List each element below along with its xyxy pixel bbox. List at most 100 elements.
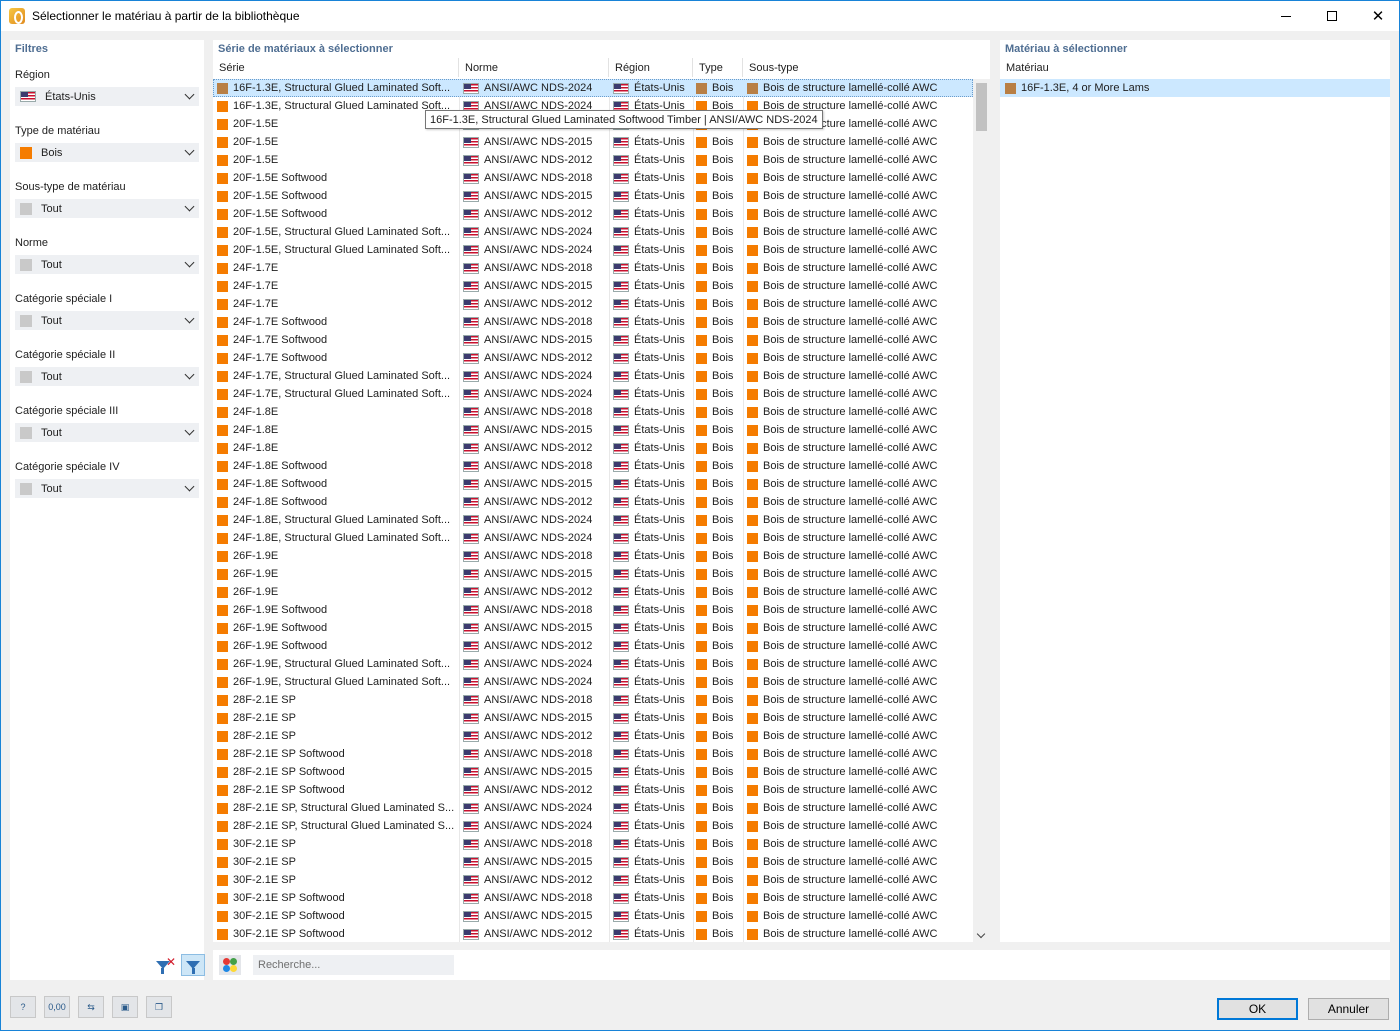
filter-dropdown[interactable]: Tout bbox=[15, 255, 199, 274]
table-row[interactable]: 28F-2.1E SP ANSI/AWC NDS-2015 États-Unis Bo… bbox=[213, 709, 973, 727]
table-row[interactable]: 24F-1.7E, Structural Glued Laminated Sof… bbox=[213, 367, 973, 385]
table-row[interactable]: 24F-1.7E Softwood ANSI/AWC NDS-2012 États-… bbox=[213, 349, 973, 367]
help-button[interactable]: ? bbox=[10, 996, 36, 1018]
cell-region: États-Unis bbox=[613, 403, 693, 421]
table-row[interactable]: 20F-1.5E ANSI/AWC NDS-2012 États-Unis Bois B… bbox=[213, 151, 973, 169]
series-scrollbar[interactable] bbox=[973, 79, 990, 942]
table-row[interactable]: 28F-2.1E SP ANSI/AWC NDS-2012 États-Unis Bo… bbox=[213, 727, 973, 745]
table-row[interactable]: 20F-1.5E Softwood ANSI/AWC NDS-2012 États-… bbox=[213, 205, 973, 223]
table-row[interactable]: 28F-2.1E SP Softwood ANSI/AWC NDS-2018 Éta… bbox=[213, 745, 973, 763]
sous-type-text: Bois de structure lamellé-collé AWC bbox=[763, 784, 938, 796]
ok-button[interactable]: OK bbox=[1217, 998, 1298, 1020]
table-row[interactable]: 30F-2.1E SP ANSI/AWC NDS-2018 États-Unis Bo… bbox=[213, 835, 973, 853]
column-header-sous-type[interactable]: Sous-type bbox=[743, 58, 973, 77]
table-row[interactable]: 20F-1.5E, Structural Glued Laminated Sof… bbox=[213, 223, 973, 241]
filter-dropdown[interactable]: Bois bbox=[15, 143, 199, 162]
table-row[interactable]: 30F-2.1E SP Softwood ANSI/AWC NDS-2018 Éta… bbox=[213, 889, 973, 907]
table-row[interactable]: 20F-1.5E Softwood ANSI/AWC NDS-2015 États-… bbox=[213, 187, 973, 205]
table-row[interactable]: 28F-2.1E SP Softwood ANSI/AWC NDS-2012 Éta… bbox=[213, 781, 973, 799]
table-row[interactable]: 26F-1.9E ANSI/AWC NDS-2012 États-Unis Bois B… bbox=[213, 583, 973, 601]
scroll-down-icon[interactable] bbox=[976, 929, 986, 939]
table-row[interactable]: 24F-1.8E ANSI/AWC NDS-2012 États-Unis Bois B… bbox=[213, 439, 973, 457]
close-button[interactable]: ✕ bbox=[1355, 1, 1400, 31]
table-row[interactable]: 26F-1.9E Softwood ANSI/AWC NDS-2015 États-… bbox=[213, 619, 973, 637]
apply-filter-button[interactable] bbox=[181, 954, 205, 976]
table-row[interactable]: 24F-1.7E ANSI/AWC NDS-2018 États-Unis Bois B… bbox=[213, 259, 973, 277]
table-row[interactable]: 24F-1.8E, Structural Glued Laminated Sof… bbox=[213, 529, 973, 547]
minimize-button[interactable] bbox=[1263, 1, 1309, 31]
cell-sous-type: Bois de structure lamellé-collé AWC bbox=[747, 457, 973, 475]
material-library-icon bbox=[223, 958, 237, 972]
save-button[interactable]: ▣ bbox=[112, 996, 138, 1018]
sous-type-text: Bois de structure lamellé-collé AWC bbox=[763, 910, 938, 922]
table-row[interactable]: 24F-1.7E ANSI/AWC NDS-2015 États-Unis Bois B… bbox=[213, 277, 973, 295]
table-row[interactable]: 24F-1.8E Softwood ANSI/AWC NDS-2012 États-… bbox=[213, 493, 973, 511]
table-row[interactable]: 30F-2.1E SP ANSI/AWC NDS-2012 États-Unis Bo… bbox=[213, 871, 973, 889]
selected-material-row[interactable]: 16F-1.3E, 4 or More Lams bbox=[1000, 79, 1390, 97]
filter-dropdown[interactable]: Tout bbox=[15, 367, 199, 386]
column-header-materiau[interactable]: Matériau bbox=[1000, 58, 1390, 77]
column-header-serie[interactable]: Série bbox=[213, 58, 459, 77]
table-row[interactable]: 24F-1.8E, Structural Glued Laminated Sof… bbox=[213, 511, 973, 529]
filter-dropdown[interactable]: États-Unis bbox=[15, 87, 199, 106]
table-row[interactable]: 16F-1.3E, Structural Glued Laminated Sof… bbox=[213, 79, 973, 97]
sous-type-text: Bois de structure lamellé-collé AWC bbox=[763, 892, 938, 904]
column-header-norme[interactable]: Norme bbox=[459, 58, 609, 77]
column-header-region[interactable]: Région bbox=[609, 58, 693, 77]
material-library-button[interactable] bbox=[219, 955, 241, 975]
table-row[interactable]: 26F-1.9E ANSI/AWC NDS-2015 États-Unis Bois B… bbox=[213, 565, 973, 583]
table-row[interactable]: 28F-2.1E SP, Structural Glued Laminated … bbox=[213, 799, 973, 817]
region-text: États-Unis bbox=[634, 532, 685, 544]
table-row[interactable]: 26F-1.9E Softwood ANSI/AWC NDS-2018 États-… bbox=[213, 601, 973, 619]
previous-button[interactable]: ⇆ bbox=[78, 996, 104, 1018]
cell-serie: 26F-1.9E bbox=[217, 547, 459, 565]
table-row[interactable]: 30F-2.1E SP ANSI/AWC NDS-2015 États-Unis Bo… bbox=[213, 853, 973, 871]
table-row[interactable]: 24F-1.7E, Structural Glued Laminated Sof… bbox=[213, 385, 973, 403]
clear-filter-button[interactable]: ✕ bbox=[154, 954, 178, 976]
norme-text: ANSI/AWC NDS-2024 bbox=[484, 658, 593, 670]
us-flag-icon bbox=[463, 640, 479, 652]
table-row[interactable]: 26F-1.9E, Structural Glued Laminated Sof… bbox=[213, 655, 973, 673]
cell-norme: ANSI/AWC NDS-2012 bbox=[463, 295, 609, 313]
filter-dropdown[interactable]: Tout bbox=[15, 479, 199, 498]
table-row[interactable]: 24F-1.8E ANSI/AWC NDS-2015 États-Unis Bois B… bbox=[213, 421, 973, 439]
maximize-button[interactable] bbox=[1309, 1, 1355, 31]
table-row[interactable]: 30F-2.1E SP Softwood ANSI/AWC NDS-2015 Éta… bbox=[213, 907, 973, 925]
table-row[interactable]: 24F-1.8E ANSI/AWC NDS-2018 États-Unis Bois B… bbox=[213, 403, 973, 421]
column-header-type[interactable]: Type bbox=[693, 58, 743, 77]
table-row[interactable]: 26F-1.9E, Structural Glued Laminated Sof… bbox=[213, 673, 973, 691]
table-row[interactable]: 20F-1.5E, Structural Glued Laminated Sof… bbox=[213, 241, 973, 259]
table-row[interactable]: 24F-1.8E Softwood ANSI/AWC NDS-2015 États-… bbox=[213, 475, 973, 493]
us-flag-icon bbox=[613, 874, 629, 886]
timber-color-icon bbox=[217, 622, 228, 634]
selected-material-panel: Matériau à sélectionner Matériau 16F-1.3… bbox=[1000, 40, 1390, 942]
table-row[interactable]: 28F-2.1E SP, Structural Glued Laminated … bbox=[213, 817, 973, 835]
timber-color-icon bbox=[217, 262, 228, 274]
scrollbar-thumb[interactable] bbox=[976, 83, 987, 131]
chevron-down-icon bbox=[184, 425, 195, 436]
table-row[interactable]: 26F-1.9E ANSI/AWC NDS-2018 États-Unis Bois B… bbox=[213, 547, 973, 565]
table-row[interactable]: 20F-1.5E Softwood ANSI/AWC NDS-2018 États-… bbox=[213, 169, 973, 187]
filter-label: Catégorie spéciale I bbox=[15, 293, 113, 305]
search-input[interactable] bbox=[253, 955, 454, 975]
table-row[interactable]: 24F-1.7E ANSI/AWC NDS-2012 États-Unis Bois B… bbox=[213, 295, 973, 313]
timber-color-icon bbox=[747, 226, 758, 238]
filter-dropdown[interactable]: Tout bbox=[15, 199, 199, 218]
chevron-down-icon bbox=[184, 257, 195, 268]
table-row[interactable]: 26F-1.9E Softwood ANSI/AWC NDS-2012 États-… bbox=[213, 637, 973, 655]
copy-button[interactable]: ❐ bbox=[146, 996, 172, 1018]
timber-color-icon bbox=[217, 586, 228, 598]
cell-norme: ANSI/AWC NDS-2018 bbox=[463, 169, 609, 187]
table-row[interactable]: 20F-1.5E ANSI/AWC NDS-2015 États-Unis Bois B… bbox=[213, 133, 973, 151]
timber-color-icon bbox=[747, 298, 758, 310]
table-row[interactable]: 24F-1.7E Softwood ANSI/AWC NDS-2015 États-… bbox=[213, 331, 973, 349]
filter-dropdown[interactable]: Tout bbox=[15, 423, 199, 442]
cancel-button[interactable]: Annuler bbox=[1308, 998, 1389, 1020]
table-row[interactable]: 28F-2.1E SP Softwood ANSI/AWC NDS-2015 Éta… bbox=[213, 763, 973, 781]
table-row[interactable]: 28F-2.1E SP ANSI/AWC NDS-2018 États-Unis Bo… bbox=[213, 691, 973, 709]
table-row[interactable]: 24F-1.7E Softwood ANSI/AWC NDS-2018 États-… bbox=[213, 313, 973, 331]
filter-dropdown[interactable]: Tout bbox=[15, 311, 199, 330]
table-row[interactable]: 24F-1.8E Softwood ANSI/AWC NDS-2018 États-… bbox=[213, 457, 973, 475]
table-row[interactable]: 30F-2.1E SP Softwood ANSI/AWC NDS-2012 Éta… bbox=[213, 925, 973, 942]
units-button[interactable]: 0,00 bbox=[44, 996, 70, 1018]
